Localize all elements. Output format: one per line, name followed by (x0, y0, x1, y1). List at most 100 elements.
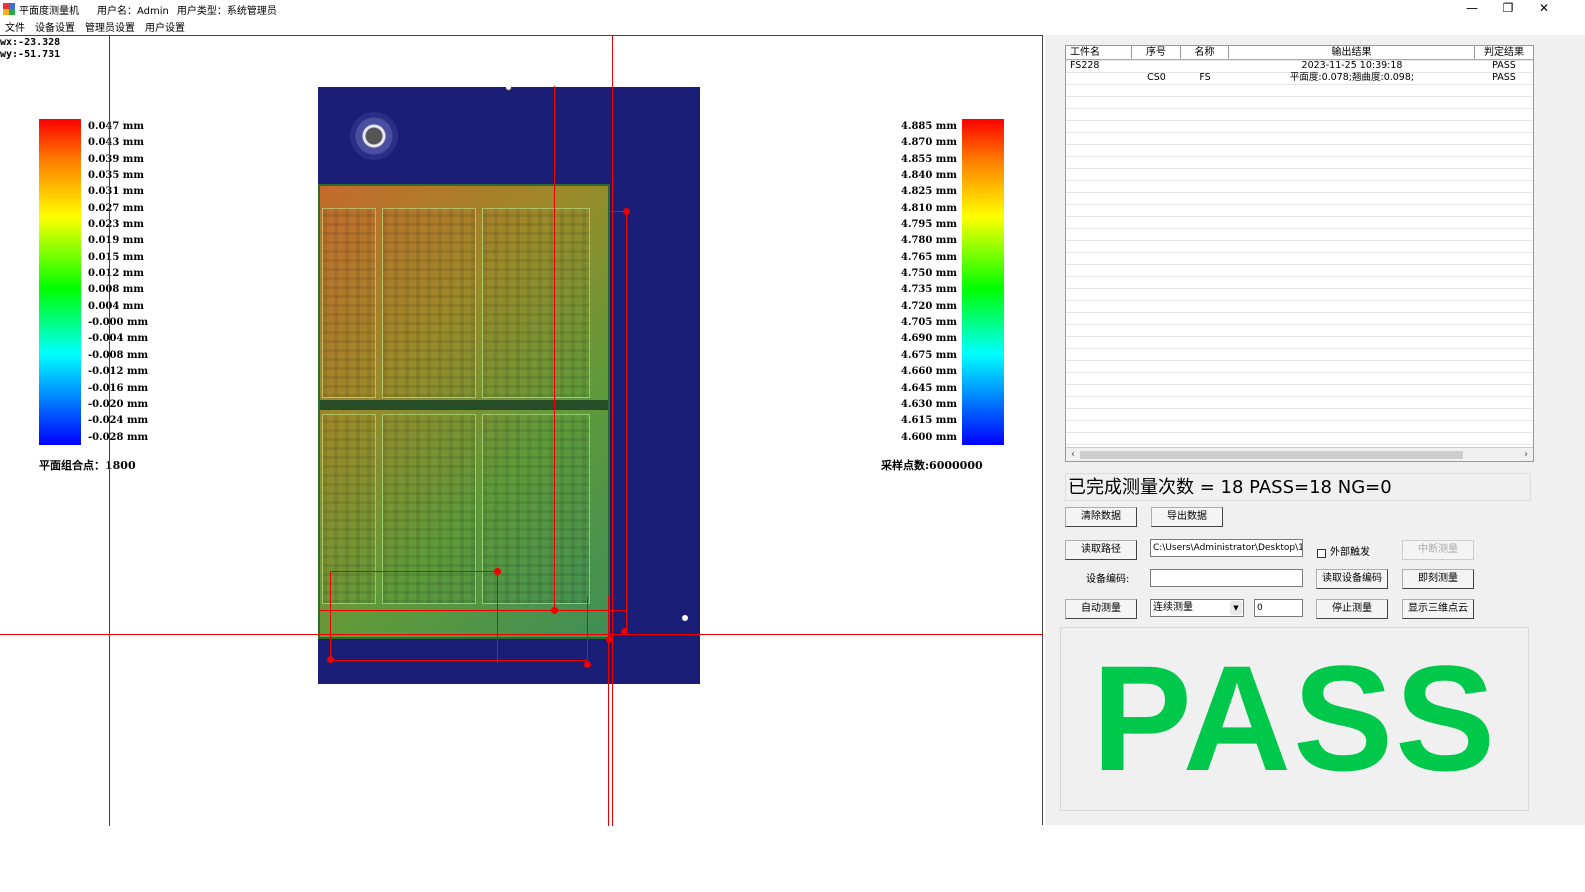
col-workpiece[interactable]: 工件名 (1066, 46, 1132, 59)
coord-wy: wy:-51.731 (0, 49, 61, 60)
scale-label: 4.885 mm (901, 121, 957, 132)
stop-measure-button[interactable]: 停止测量 (1316, 599, 1388, 619)
auto-measure-button[interactable]: 自动测量 (1065, 599, 1137, 619)
clear-data-button[interactable]: 清除数据 (1065, 507, 1137, 527)
result-display: PASS (1060, 627, 1529, 811)
crosshair-vertical-red (612, 36, 613, 826)
scale-label: -0.012 mm (88, 366, 149, 378)
scale-label: 4.705 mm (901, 317, 957, 329)
measure-point[interactable] (494, 568, 501, 575)
crosshair-vertical-left (109, 36, 110, 826)
height-color-bar (962, 119, 1004, 445)
scale-label: 4.660 mm (901, 366, 957, 378)
device-code-label: 设备编码: (1086, 574, 1130, 585)
col-index[interactable]: 序号 (1132, 46, 1181, 59)
user-name-label: 用户名：Admin (97, 5, 169, 17)
sample-count-note: 采样点数:6000000 (881, 459, 983, 472)
results-table[interactable]: 工件名 序号 名称 输出结果 判定结果 FS228 2023-11-25 10:… (1065, 45, 1534, 462)
restore-button[interactable]: ❐ (1491, 0, 1525, 18)
scale-label: 0.008 mm (88, 284, 144, 296)
scale-label: 0.015 mm (88, 251, 144, 263)
scale-label: 0.031 mm (88, 186, 144, 198)
scale-label: 4.840 mm (901, 170, 957, 182)
scale-label: 4.645 mm (901, 382, 957, 394)
measure-count-field[interactable]: 0 (1254, 599, 1303, 617)
pass-result-text: PASS (1091, 634, 1498, 802)
scrollbar-thumb[interactable] (1080, 451, 1463, 459)
scale-label: -0.020 mm (88, 398, 149, 410)
scale-label: 4.855 mm (901, 153, 957, 165)
deviation-scale-labels: 0.047 mm 0.043 mm 0.039 mm 0.035 mm 0.031 mm… (88, 119, 148, 446)
table-header: 工件名 序号 名称 输出结果 判定结果 (1066, 46, 1533, 60)
scroll-left-icon[interactable]: ‹ (1066, 448, 1080, 462)
measure-point[interactable] (621, 628, 628, 635)
scale-label: 4.810 mm (901, 202, 957, 214)
scale-label: 4.750 mm (901, 268, 957, 280)
menu-device-settings[interactable]: 设备设置 (30, 19, 80, 34)
read-path-button[interactable]: 读取路径 (1065, 540, 1137, 560)
interrupt-measure-button[interactable]: 中断测量 (1402, 540, 1474, 560)
external-trigger-checkbox[interactable]: 外部触发 (1317, 546, 1370, 560)
scale-label: 4.690 mm (901, 333, 957, 345)
close-button[interactable]: ✕ (1527, 0, 1561, 18)
scale-label: 4.600 mm (901, 431, 957, 443)
col-name[interactable]: 名称 (1181, 46, 1229, 59)
menu-admin-settings[interactable]: 管理员设置 (80, 19, 140, 34)
scale-label: 4.615 mm (901, 415, 957, 427)
scale-label: 0.012 mm (88, 268, 144, 280)
app-window: 平面度测量机 用户名：Admin 用户类型：系统管理员 — ❐ ✕ 文件 设备设… (0, 0, 1585, 892)
table-row[interactable]: CS0 FS 平面度:0.078;翘曲度:0.098; PASS (1066, 72, 1533, 84)
menu-user-settings[interactable]: 用户设置 (140, 19, 190, 34)
table-horizontal-scrollbar[interactable]: ‹ › (1066, 447, 1533, 461)
menu-file[interactable]: 文件 (0, 19, 30, 34)
minimize-button[interactable]: — (1455, 0, 1489, 18)
instant-measure-button[interactable]: 即刻测量 (1402, 569, 1474, 589)
col-output[interactable]: 输出结果 (1229, 46, 1475, 59)
scale-label: 0.047 mm (88, 121, 144, 132)
scale-label: 0.035 mm (88, 170, 144, 182)
read-device-code-button[interactable]: 读取设备编码 (1316, 569, 1388, 589)
app-title: 平面度测量机 (19, 5, 79, 17)
plane-points-note: 平面组合点：1800 (39, 459, 136, 472)
measure-point[interactable] (606, 636, 613, 643)
scale-label: 4.675 mm (901, 349, 957, 361)
export-data-button[interactable]: 导出数据 (1151, 507, 1223, 527)
scale-label: 0.023 mm (88, 219, 144, 231)
coord-wx: wx:-23.328 (0, 37, 61, 48)
scan-heatmap-image (318, 87, 700, 684)
scale-label: -0.028 mm (88, 431, 149, 443)
scroll-right-icon[interactable]: › (1519, 448, 1533, 462)
col-judge[interactable]: 判定结果 (1475, 46, 1533, 59)
scale-label: 0.019 mm (88, 235, 144, 247)
scale-label: 0.039 mm (88, 153, 144, 165)
scale-label: 0.043 mm (88, 137, 144, 149)
measure-point[interactable] (623, 208, 630, 215)
measure-mode-select[interactable]: 连续测量 ▼ (1150, 599, 1244, 617)
measurement-count-summary: 已完成测量次数 = 18 PASS=18 NG=0 (1065, 473, 1531, 501)
scale-label: 0.027 mm (88, 202, 144, 214)
scale-label: 4.765 mm (901, 251, 957, 263)
measure-point[interactable] (327, 656, 334, 663)
crosshair-horizontal-red (0, 634, 1043, 635)
height-scale-labels: 4.885 mm 4.870 mm 4.855 mm 4.840 mm 4.825 mm… (901, 119, 957, 446)
show-3d-cloud-button[interactable]: 显示三维点云 (1402, 599, 1474, 619)
scale-label: 4.735 mm (901, 284, 957, 296)
measure-point[interactable] (551, 607, 558, 614)
scale-label: 0.004 mm (88, 300, 144, 312)
scale-label: -0.016 mm (88, 382, 149, 394)
chevron-down-icon[interactable]: ▼ (1230, 601, 1242, 615)
measure-point[interactable] (584, 661, 591, 668)
measurement-canvas[interactable]: wx:-23.328 wy:-51.731 0.047 mm 0.043 mm 0.… (0, 35, 1043, 826)
deviation-color-bar (39, 119, 81, 445)
scale-label: -0.004 mm (88, 333, 149, 345)
scale-label: 4.780 mm (901, 235, 957, 247)
mount-bolt (350, 112, 398, 160)
menu-bar: 文件 设备设置 管理员设置 用户设置 (0, 18, 190, 34)
path-field[interactable]: C:\Users\Administrator\Desktop\1 (1150, 539, 1303, 557)
device-code-field[interactable] (1150, 569, 1303, 587)
table-row[interactable]: FS228 2023-11-25 10:39:18 PASS (1066, 60, 1533, 72)
scale-label: 4.825 mm (901, 186, 957, 198)
title-bar: 平面度测量机 用户名：Admin 用户类型：系统管理员 — ❐ ✕ (0, 0, 1585, 18)
app-logo-icon (3, 3, 15, 15)
user-type-label: 用户类型：系统管理员 (176, 5, 277, 17)
